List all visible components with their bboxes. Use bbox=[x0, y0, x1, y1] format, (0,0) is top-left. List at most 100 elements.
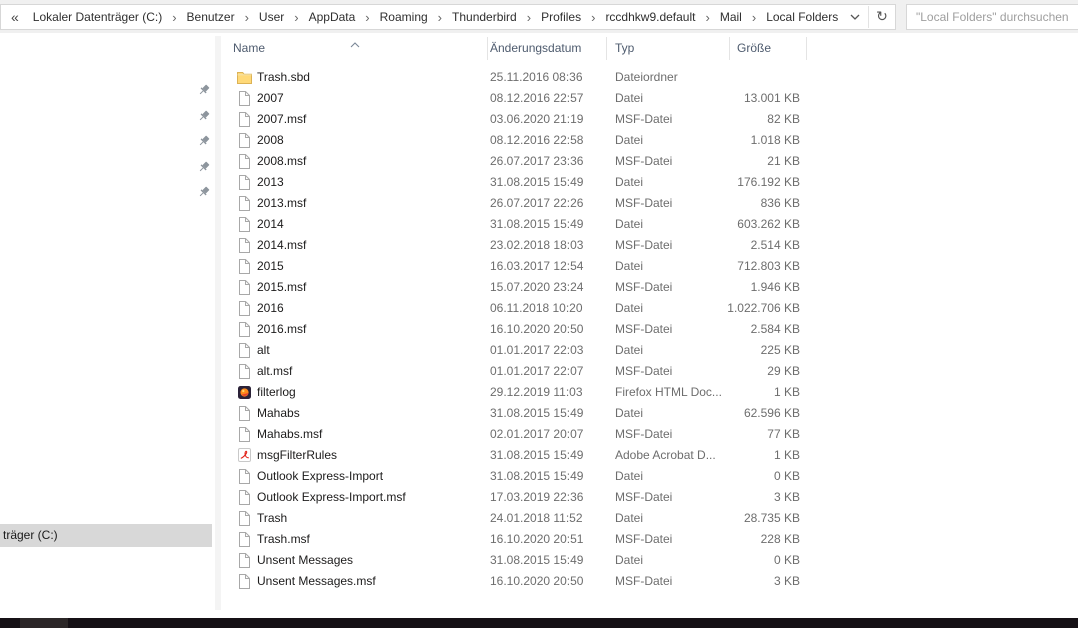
file-icon bbox=[236, 279, 252, 295]
file-size: 1 KB bbox=[773, 448, 800, 462]
breadcrumb-item[interactable]: rccdhkw9.default bbox=[604, 10, 696, 24]
breadcrumb-separator-icon[interactable]: › bbox=[591, 10, 595, 25]
file-row[interactable]: Unsent Messages.msf 16.10.2020 20:50 MSF… bbox=[228, 571, 810, 592]
file-name: Outlook Express-Import bbox=[257, 469, 384, 483]
pushpin-icon[interactable] bbox=[197, 185, 211, 199]
column-divider[interactable] bbox=[806, 37, 807, 60]
file-row[interactable]: 2015.msf 15.07.2020 23:24 MSF-Datei 1.94… bbox=[228, 277, 810, 298]
file-modified-date: 08.12.2016 22:57 bbox=[490, 91, 584, 105]
breadcrumb-item[interactable]: Mail bbox=[719, 10, 743, 24]
column-divider[interactable] bbox=[729, 37, 730, 60]
nav-item-local-disk[interactable]: träger (C:) bbox=[0, 524, 212, 547]
file-row[interactable]: Mahabs.msf 02.01.2017 20:07 MSF-Datei 77… bbox=[228, 424, 810, 445]
file-row[interactable]: 2016.msf 16.10.2020 20:50 MSF-Datei 2.58… bbox=[228, 319, 810, 340]
file-row[interactable]: Outlook Express-Import.msf 17.03.2019 22… bbox=[228, 487, 810, 508]
nav-pane-scrollbar[interactable] bbox=[215, 36, 221, 610]
file-row[interactable]: filterlog 29.12.2019 11:03 Firefox HTML … bbox=[228, 382, 810, 403]
breadcrumb-item[interactable]: Benutzer bbox=[186, 10, 236, 24]
file-name: 2013.msf bbox=[257, 196, 307, 210]
column-header-size[interactable]: Größe bbox=[737, 41, 771, 55]
taskbar[interactable] bbox=[0, 618, 1078, 628]
file-row[interactable]: Outlook Express-Import 31.08.2015 15:49 … bbox=[228, 466, 810, 487]
file-row[interactable]: 2007 08.12.2016 22:57 Datei 13.001 KB bbox=[228, 88, 810, 109]
file-icon bbox=[236, 111, 252, 127]
file-name: Trash.msf bbox=[257, 532, 310, 546]
file-modified-date: 26.07.2017 23:36 bbox=[490, 154, 584, 168]
file-size: 225 KB bbox=[760, 343, 800, 357]
column-header-type[interactable]: Typ bbox=[615, 41, 634, 55]
breadcrumb: Lokaler Datenträger (C:) › Benutzer › User › A… bbox=[32, 10, 839, 25]
file-row[interactable]: 2016 06.11.2018 10:20 Datei 1.022.706 KB bbox=[228, 298, 810, 319]
column-header-modified[interactable]: Änderungsdatum bbox=[490, 41, 581, 55]
breadcrumb-separator-icon[interactable]: › bbox=[705, 10, 709, 25]
column-header-name[interactable]: Name bbox=[233, 41, 265, 55]
file-icon bbox=[236, 216, 252, 232]
breadcrumb-item[interactable]: User bbox=[258, 10, 285, 24]
breadcrumb-separator-icon[interactable]: › bbox=[365, 10, 369, 25]
file-row[interactable]: 2014.msf 23.02.2018 18:03 MSF-Datei 2.51… bbox=[228, 235, 810, 256]
breadcrumb-item[interactable]: Local Folders bbox=[765, 10, 839, 24]
file-name: alt bbox=[257, 343, 270, 357]
breadcrumb-separator-icon[interactable]: › bbox=[438, 10, 442, 25]
breadcrumb-separator-icon[interactable]: › bbox=[527, 10, 531, 25]
file-modified-date: 16.10.2020 20:50 bbox=[490, 322, 584, 336]
pushpin-icon[interactable] bbox=[197, 83, 211, 97]
file-row[interactable]: Trash 24.01.2018 11:52 Datei 28.735 KB bbox=[228, 508, 810, 529]
file-size: 13.001 KB bbox=[743, 91, 800, 105]
file-row[interactable]: Trash.sbd 25.11.2016 08:36 Dateiordner bbox=[228, 67, 810, 88]
chevron-down-icon[interactable] bbox=[842, 5, 868, 29]
file-icon bbox=[236, 342, 252, 358]
breadcrumb-separator-icon[interactable]: › bbox=[245, 10, 249, 25]
file-size: 77 KB bbox=[767, 427, 800, 441]
file-row[interactable]: 2007.msf 03.06.2020 21:19 MSF-Datei 82 K… bbox=[228, 109, 810, 130]
file-name: alt.msf bbox=[257, 364, 293, 378]
file-name: 2015.msf bbox=[257, 280, 307, 294]
file-row[interactable]: alt.msf 01.01.2017 22:07 MSF-Datei 29 KB bbox=[228, 361, 810, 382]
file-size: 3 KB bbox=[773, 490, 800, 504]
address-bar[interactable]: « Lokaler Datenträger (C:) › Benutzer › User… bbox=[0, 4, 896, 30]
file-row[interactable]: 2014 31.08.2015 15:49 Datei 603.262 KB bbox=[228, 214, 810, 235]
breadcrumb-separator-icon[interactable]: › bbox=[752, 10, 756, 25]
file-row[interactable]: 2008 08.12.2016 22:58 Datei 1.018 KB bbox=[228, 130, 810, 151]
breadcrumb-item[interactable]: Roaming bbox=[379, 10, 429, 24]
file-row[interactable]: 2008.msf 26.07.2017 23:36 MSF-Datei 21 K… bbox=[228, 151, 810, 172]
pushpin-icon[interactable] bbox=[197, 134, 211, 148]
sort-ascending-caret-icon bbox=[350, 35, 360, 53]
file-row[interactable]: 2015 16.03.2017 12:54 Datei 712.803 KB bbox=[228, 256, 810, 277]
file-icon bbox=[236, 426, 252, 442]
breadcrumb-item[interactable]: Profiles bbox=[540, 10, 582, 24]
file-modified-date: 31.08.2015 15:49 bbox=[490, 175, 584, 189]
taskbar-segment bbox=[20, 618, 68, 628]
file-name: 2008.msf bbox=[257, 154, 307, 168]
search-input[interactable] bbox=[907, 5, 1078, 29]
file-icon bbox=[236, 90, 252, 106]
file-row[interactable]: Unsent Messages 31.08.2015 15:49 Datei 0… bbox=[228, 550, 810, 571]
acrobat-icon bbox=[236, 447, 252, 463]
file-icon bbox=[236, 363, 252, 379]
file-icon bbox=[236, 573, 252, 589]
breadcrumb-separator-icon[interactable]: › bbox=[294, 10, 298, 25]
search-box[interactable] bbox=[906, 4, 1078, 30]
file-icon bbox=[236, 237, 252, 253]
file-row[interactable]: 2013 31.08.2015 15:49 Datei 176.192 KB bbox=[228, 172, 810, 193]
breadcrumb-item[interactable]: AppData bbox=[308, 10, 357, 24]
file-row[interactable]: Trash.msf 16.10.2020 20:51 MSF-Datei 228… bbox=[228, 529, 810, 550]
breadcrumb-item[interactable]: Thunderbird bbox=[451, 10, 518, 24]
breadcrumb-item[interactable]: Lokaler Datenträger (C:) bbox=[32, 10, 163, 24]
file-size: 1.946 KB bbox=[750, 280, 800, 294]
file-size: 29 KB bbox=[767, 364, 800, 378]
pushpin-icon[interactable] bbox=[197, 109, 211, 123]
file-row[interactable]: Mahabs 31.08.2015 15:49 Datei 62.596 KB bbox=[228, 403, 810, 424]
file-row[interactable]: 2013.msf 26.07.2017 22:26 MSF-Datei 836 … bbox=[228, 193, 810, 214]
folder-icon bbox=[236, 69, 252, 85]
file-row[interactable]: msgFilterRules 31.08.2015 15:49 Adobe Ac… bbox=[228, 445, 810, 466]
file-row[interactable]: alt 01.01.2017 22:03 Datei 225 KB bbox=[228, 340, 810, 361]
column-divider[interactable] bbox=[487, 37, 488, 60]
file-name: Trash bbox=[257, 511, 288, 525]
file-icon bbox=[236, 195, 252, 211]
breadcrumb-overflow-icon[interactable]: « bbox=[11, 10, 19, 24]
column-divider[interactable] bbox=[606, 37, 607, 60]
breadcrumb-separator-icon[interactable]: › bbox=[172, 10, 176, 25]
refresh-icon[interactable]: ↻ bbox=[869, 5, 895, 29]
pushpin-icon[interactable] bbox=[197, 160, 211, 174]
